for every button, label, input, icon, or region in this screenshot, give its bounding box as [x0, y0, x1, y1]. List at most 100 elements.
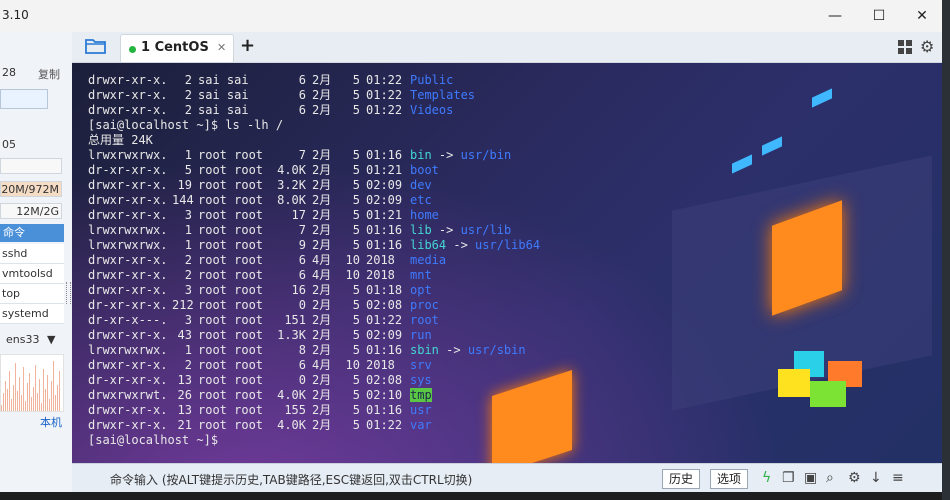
copy-icon[interactable]: ❐ [782, 470, 795, 486]
file-name: opt [410, 283, 432, 297]
file-size: 7 [298, 148, 306, 162]
link-target: usr/lib64 [475, 238, 541, 252]
link-count: 21 [177, 418, 192, 432]
month: 2月 [312, 223, 332, 237]
permissions: drwxr-xr-x. [88, 103, 168, 117]
terminal-line: drwxr-xr-x. 21 root root 4.0K 2月 5 01:22 var [88, 418, 540, 433]
traffic-bar [27, 383, 28, 411]
command-bar: 命令输入 (按ALT键提示历史,TAB键路径,ESC键返回,双击CTRL切换) … [72, 463, 942, 492]
search-icon[interactable]: ⌕ [826, 470, 834, 486]
month: 2月 [312, 418, 332, 432]
network-interface-select[interactable]: ens33 ▼ [0, 332, 62, 348]
lightning-icon[interactable]: ϟ [762, 470, 771, 486]
command-input[interactable]: 命令输入 (按ALT键提示历史,TAB键路径,ESC键返回,双击CTRL切换) [110, 471, 472, 488]
link-target: usr/bin [460, 148, 512, 162]
file-name: lib64 [410, 238, 447, 252]
terminal-line: drwxr-xr-x. 3 root root 16 2月 5 01:18 opt [88, 283, 540, 298]
month: 2月 [312, 163, 332, 177]
month: 2月 [312, 298, 332, 312]
local-link[interactable]: 本机 [40, 414, 62, 430]
file-name: sbin [410, 343, 439, 357]
time: 02:09 [366, 328, 403, 342]
close-tab-icon[interactable]: ✕ [217, 41, 226, 54]
file-name: root [410, 313, 439, 327]
traffic-bar [23, 367, 24, 411]
terminal[interactable]: drwxr-xr-x. 2 sai sai 6 2月 5 01:22 Public drwxr-… [72, 63, 942, 463]
files-icon[interactable]: ▣ [804, 470, 817, 486]
wallpaper-block [812, 88, 832, 108]
day: 5 [352, 238, 360, 252]
permissions: drwxr-xr-x. [88, 418, 168, 432]
traffic-bar [39, 379, 40, 411]
process-item[interactable]: sshd [0, 244, 64, 264]
file-name: home [410, 208, 439, 222]
owner: root root [198, 223, 264, 237]
add-tab-button[interactable]: + [240, 35, 255, 56]
month: 2月 [312, 103, 332, 117]
windows-logo-tile [778, 369, 810, 397]
month: 4月 [312, 268, 332, 282]
permissions: lrwxrwxrwx. [88, 223, 168, 237]
time: 02:08 [366, 298, 403, 312]
process-column-header[interactable]: 命令 [0, 224, 64, 242]
owner: root root [198, 208, 264, 222]
title-bar[interactable]: 3.10 — ☐ ✕ [0, 0, 942, 32]
file-name: mnt [410, 268, 432, 282]
permissions: drwxr-xr-x. [88, 268, 168, 282]
link-count: 2 [184, 268, 192, 282]
copy-button[interactable]: 复制 [38, 66, 60, 82]
link-arrow: -> [446, 238, 476, 252]
day: 5 [352, 373, 360, 387]
settings-icon[interactable]: ⚙ [920, 37, 934, 56]
time: 01:16 [366, 343, 403, 357]
gear-icon[interactable]: ⚙ [848, 470, 861, 486]
link-count: 2 [184, 358, 192, 372]
link-count: 13 [177, 403, 192, 417]
download-icon[interactable]: ↓ [870, 470, 882, 486]
process-item[interactable]: vmtoolsd [0, 264, 64, 284]
options-button[interactable]: 选项 [710, 469, 749, 489]
minimize-button[interactable]: — [824, 6, 846, 26]
terminal-line: dr-xr-xr-x. 212 root root 0 2月 5 02:08 proc [88, 298, 540, 313]
permissions: dr-xr-xr-x. [88, 298, 168, 312]
traffic-bar [17, 391, 18, 411]
day: 5 [352, 223, 360, 237]
link-count: 3 [184, 313, 192, 327]
process-item[interactable]: top [0, 284, 64, 304]
month: 2月 [312, 73, 332, 87]
menu-icon[interactable]: ≡ [892, 470, 904, 486]
maximize-button[interactable]: ☐ [868, 6, 890, 26]
terminal-line: drwxr-xr-x. 2 root root 6 4月 10 2018 media [88, 253, 540, 268]
traffic-bar [7, 389, 8, 411]
link-count: 13 [177, 373, 192, 387]
permissions: drwxr-xr-x. [88, 403, 168, 417]
month: 2月 [312, 373, 332, 387]
traffic-bar [49, 399, 50, 411]
file-name: tmp [410, 388, 432, 402]
traffic-bar [43, 369, 44, 411]
left-panel: 28 复制 05 20M/972M 12M/2G 命令 sshd vmtools… [0, 32, 72, 492]
file-name: usr [410, 403, 432, 417]
process-item[interactable]: systemd [0, 304, 64, 324]
close-button[interactable]: ✕ [911, 6, 933, 26]
tab-centos[interactable]: 1 CentOS ✕ [120, 34, 234, 62]
time: 01:22 [366, 73, 403, 87]
month: 2月 [312, 193, 332, 207]
link-arrow: -> [438, 343, 468, 357]
owner: root root [198, 403, 264, 417]
time: 01:22 [366, 418, 403, 432]
history-button[interactable]: 历史 [662, 469, 701, 489]
terminal-line: drwxr-xr-x. 144 root root 8.0K 2月 5 02:09 etc [88, 193, 540, 208]
traffic-bar [29, 373, 30, 411]
link-count: 3 [184, 208, 192, 222]
file-size: 16 [291, 283, 306, 297]
terminal-line: dr-xr-xr-x. 5 root root 4.0K 2月 5 01:21 boot [88, 163, 540, 178]
desktop-background [942, 0, 950, 500]
folder-icon[interactable] [84, 36, 108, 56]
file-name: bin [410, 148, 432, 162]
layout-grid-icon[interactable] [898, 40, 912, 54]
tab-bar: 1 CentOS ✕ + ⚙ [72, 32, 942, 63]
file-size: 4.0K [277, 163, 306, 177]
panel-splitter[interactable] [66, 282, 71, 304]
link-count: 2 [184, 103, 192, 117]
